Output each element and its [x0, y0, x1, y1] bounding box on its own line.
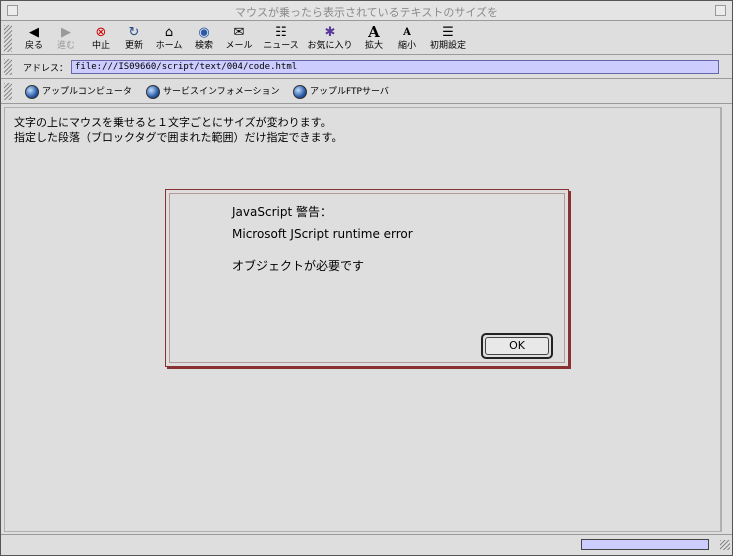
progress-bar [581, 539, 709, 550]
title-bar[interactable]: マウスが乗ったら表示されているテキストのサイズを [1, 1, 732, 21]
mail-icon: ✉ [233, 25, 245, 40]
address-bar: アドレス： file:///IS09660/script/text/004/co… [1, 56, 732, 79]
toolbar: ◀ 戻る ▶ 進む ⊗ 中止 ↻ 更新 ⌂ ホーム ◉ 検索 ✉ メール ☷ ニ [1, 22, 732, 55]
home-icon: ⌂ [164, 25, 174, 40]
link-apple-ftp-server[interactable]: アップルFTPサーバ [293, 84, 389, 100]
news-icon: ☷ [275, 25, 287, 40]
content-line-2: 指定した段落（ブロックタグで囲まれた範囲）だけ指定できます。 [14, 131, 343, 144]
address-input[interactable]: file:///IS09660/script/text/004/code.htm… [71, 60, 719, 74]
status-bar [1, 534, 732, 555]
zoom-out-icon: A [403, 27, 411, 38]
ok-button-label: OK [485, 337, 549, 355]
toolbar-grip[interactable] [4, 25, 12, 52]
links-grip[interactable] [4, 83, 12, 100]
home-button[interactable]: ⌂ ホーム [154, 24, 184, 54]
back-button[interactable]: ◀ 戻る [23, 24, 45, 54]
window-title: マウスが乗ったら表示されているテキストのサイズを [234, 6, 498, 19]
ok-button[interactable]: OK [481, 333, 553, 359]
refresh-button[interactable]: ↻ 更新 [122, 24, 146, 54]
vertical-scrollbar[interactable] [721, 107, 732, 532]
javascript-alert-dialog: JavaScript 警告： Microsoft JScript runtime… [165, 189, 569, 367]
link-apple-computer[interactable]: アップルコンピュータ [25, 84, 132, 100]
search-button[interactable]: ◉ 検索 [192, 24, 216, 54]
dialog-error-text: Microsoft JScript runtime error [232, 227, 413, 241]
status-text [7, 538, 567, 552]
stop-icon: ⊗ [95, 25, 107, 40]
news-button[interactable]: ☷ ニュース [262, 24, 300, 54]
mail-button[interactable]: ✉ メール [224, 24, 254, 54]
links-bar: アップルコンピュータ サービスインフォメーション アップルFTPサーバ [1, 80, 732, 104]
globe-icon [146, 84, 160, 99]
favorites-button[interactable]: ✱ お気に入り [307, 24, 353, 54]
search-globe-icon: ◉ [198, 25, 210, 40]
dialog-message: オブジェクトが必要です [232, 259, 365, 273]
forward-button[interactable]: ▶ 進む [54, 24, 78, 54]
preferences-button[interactable]: ☰ 初期設定 [428, 24, 468, 54]
address-grip[interactable] [4, 59, 12, 75]
link-service-information[interactable]: サービスインフォメーション [146, 84, 280, 100]
resize-grip-icon[interactable] [720, 540, 730, 550]
zoom-out-button[interactable]: A 縮小 [395, 24, 419, 54]
forward-arrow-icon: ▶ [61, 25, 71, 40]
address-label: アドレス： [23, 64, 69, 74]
content-line-1: 文字の上にマウスを乗せると１文字ごとにサイズが変わります。 [14, 116, 332, 129]
browser-window: マウスが乗ったら表示されているテキストのサイズを ◀ 戻る ▶ 進む ⊗ 中止 … [0, 0, 733, 556]
globe-icon [25, 84, 39, 99]
back-arrow-icon: ◀ [29, 25, 39, 40]
dialog-heading: JavaScript 警告： [232, 205, 332, 219]
favorites-icon: ✱ [324, 25, 336, 40]
stop-button[interactable]: ⊗ 中止 [89, 24, 113, 54]
globe-icon [293, 84, 307, 99]
preferences-icon: ☰ [442, 25, 454, 40]
zoom-box[interactable] [715, 5, 726, 16]
zoom-in-button[interactable]: A 拡大 [362, 24, 386, 54]
refresh-icon: ↻ [128, 25, 140, 40]
zoom-in-icon: A [368, 23, 380, 41]
